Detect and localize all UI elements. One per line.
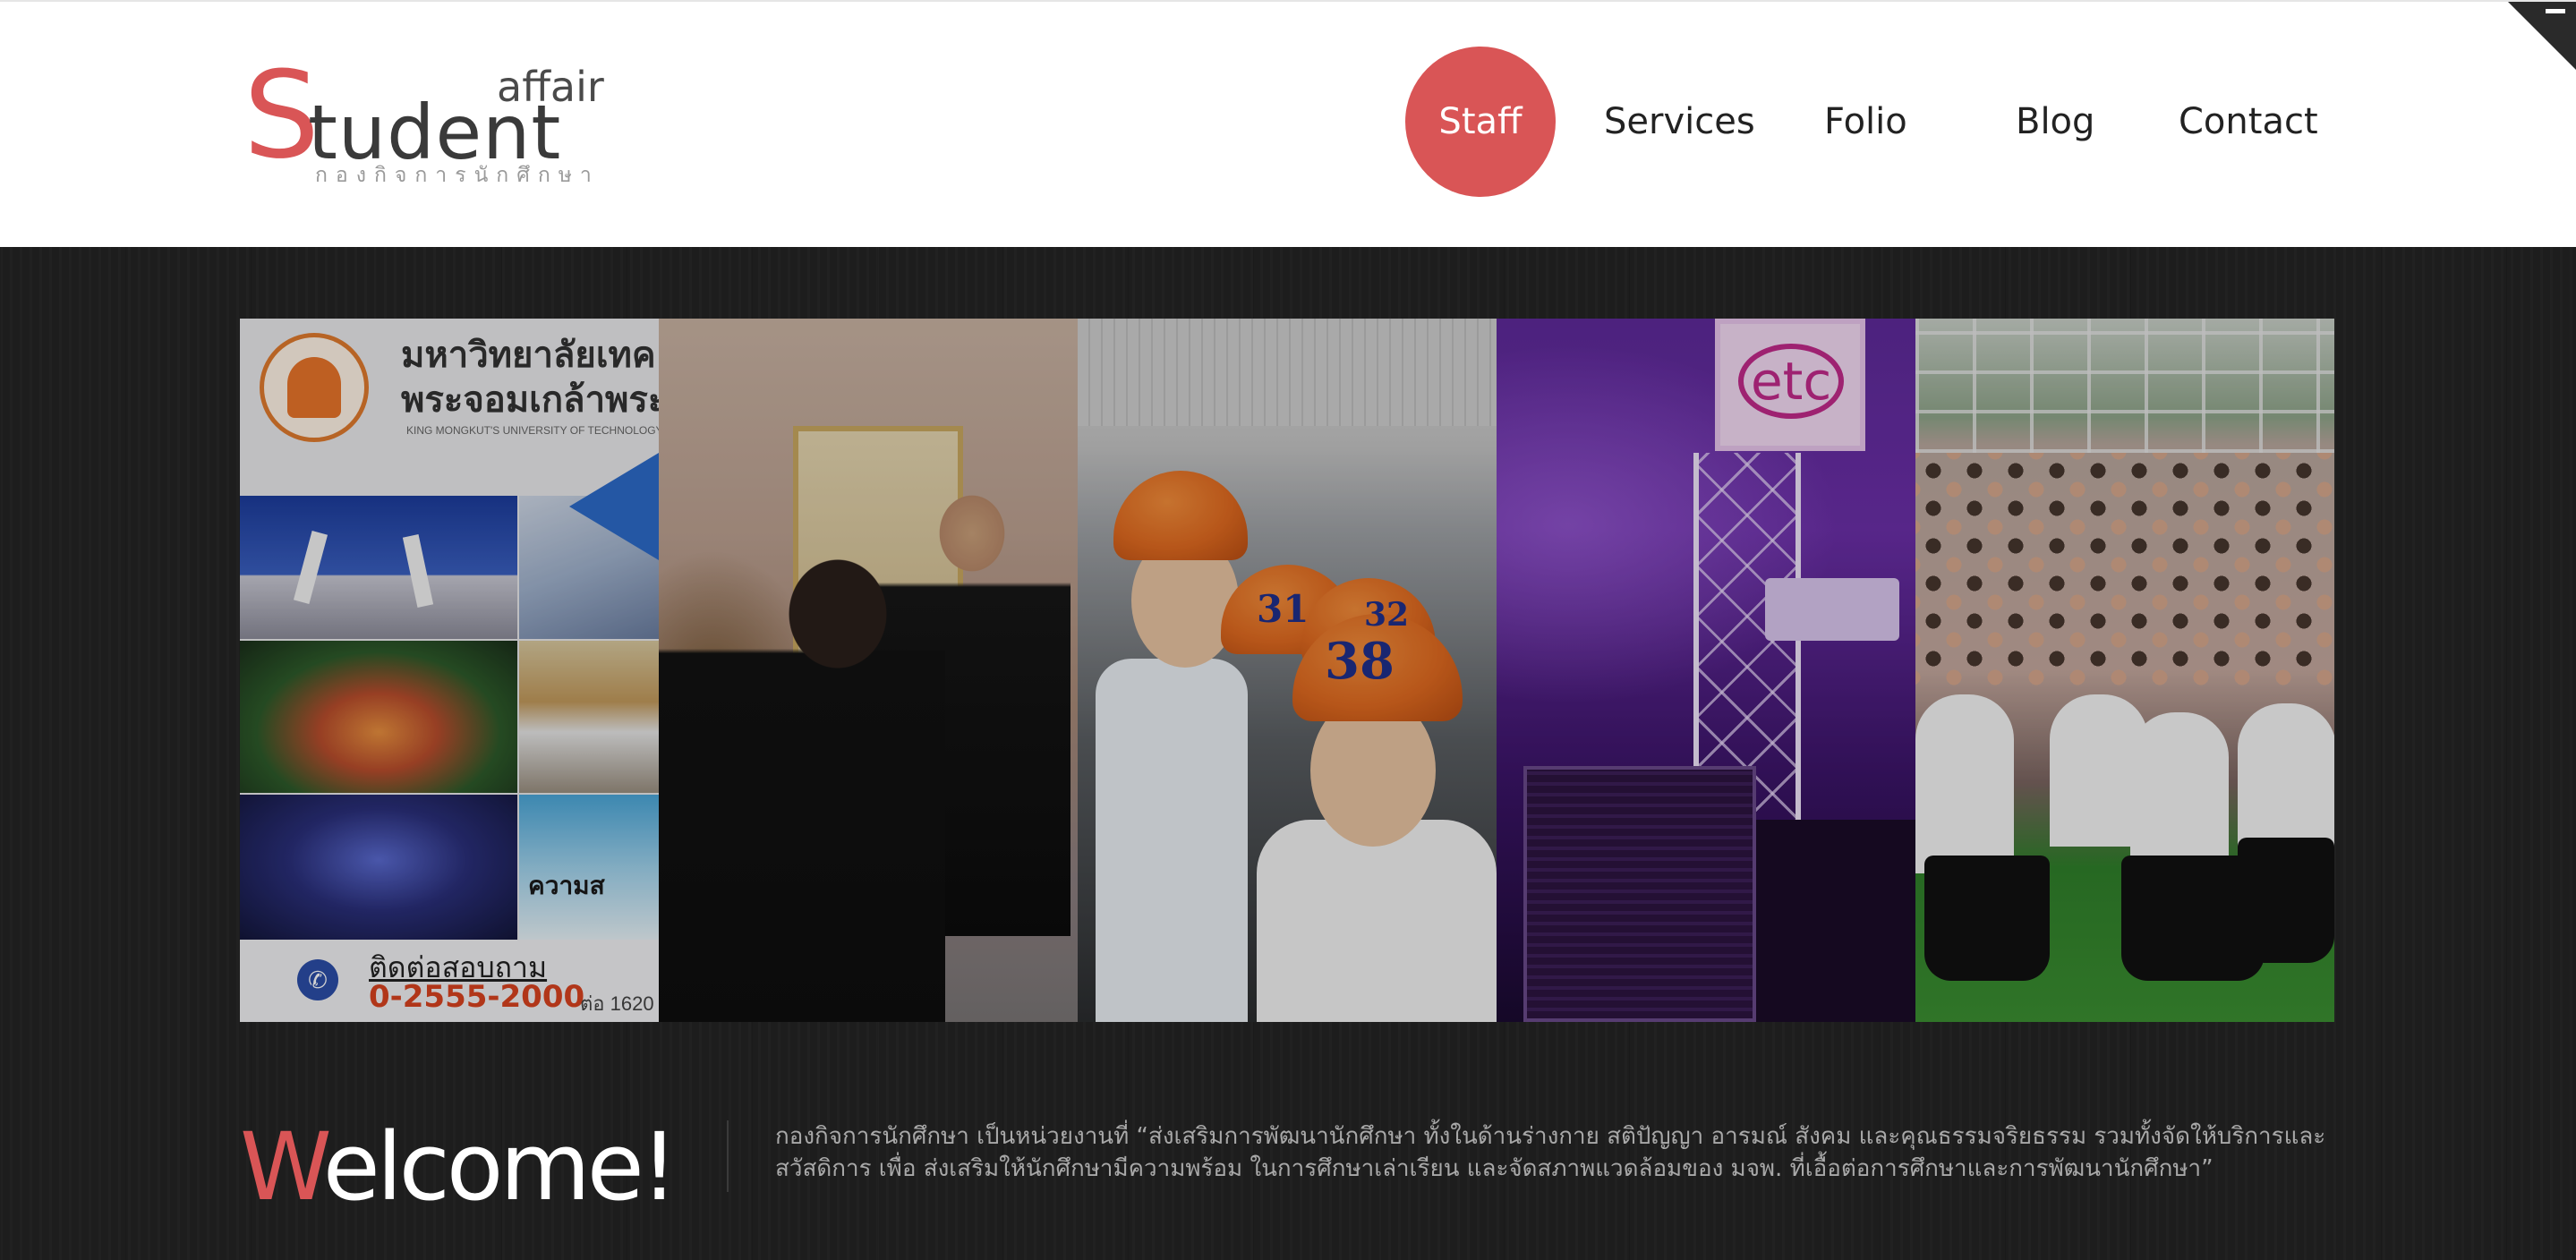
corner-ribbon-mark — [2546, 9, 2565, 13]
welcome-divider — [727, 1120, 729, 1192]
image-gallery: มหาวิทยาลัยเทค พระจอมเกล้าพระน KING MONG… — [240, 319, 2334, 1022]
site-header: S tudent affair กองกิจการนักศึกษา Staff … — [0, 0, 2576, 247]
panel-overlay — [1497, 319, 1915, 1022]
corner-ribbon-icon[interactable] — [2508, 2, 2576, 70]
nav-item-services[interactable]: Services — [1604, 47, 1755, 197]
gallery-panel-concert[interactable]: etc — [1497, 319, 1915, 1022]
gallery-panel-crowd[interactable] — [1915, 319, 2334, 1022]
nav-item-blog[interactable]: Blog — [2016, 47, 2094, 197]
welcome-heading: Welcome! — [240, 1120, 678, 1213]
nav-item-folio[interactable]: Folio — [1824, 47, 1907, 197]
logo-word-affair: affair — [497, 63, 604, 111]
welcome-description: กองกิจการนักศึกษา เป็นหน่วยงานที่ “ส่งเส… — [775, 1123, 2326, 1182]
panel-overlay — [659, 319, 1078, 1022]
nav-item-contact[interactable]: Contact — [2179, 47, 2318, 197]
nav-item-staff[interactable]: Staff — [1405, 47, 1556, 197]
gallery-panel-poster[interactable]: มหาวิทยาลัยเทค พระจอมเกล้าพระน KING MONG… — [240, 319, 659, 1022]
welcome-rest: elcome! — [322, 1112, 678, 1222]
logo-thai-subtitle: กองกิจการนักศึกษา — [315, 164, 600, 187]
site-logo[interactable]: S tudent affair กองกิจการนักศึกษา — [243, 55, 619, 195]
welcome-first-letter: W — [240, 1112, 327, 1222]
gallery-panel-meeting[interactable] — [659, 319, 1078, 1022]
panel-overlay — [1078, 319, 1497, 1022]
gallery-panel-helmets[interactable]: 31 32 38 — [1078, 319, 1497, 1022]
panel-overlay — [240, 319, 659, 1022]
panel-overlay — [1915, 319, 2334, 1022]
